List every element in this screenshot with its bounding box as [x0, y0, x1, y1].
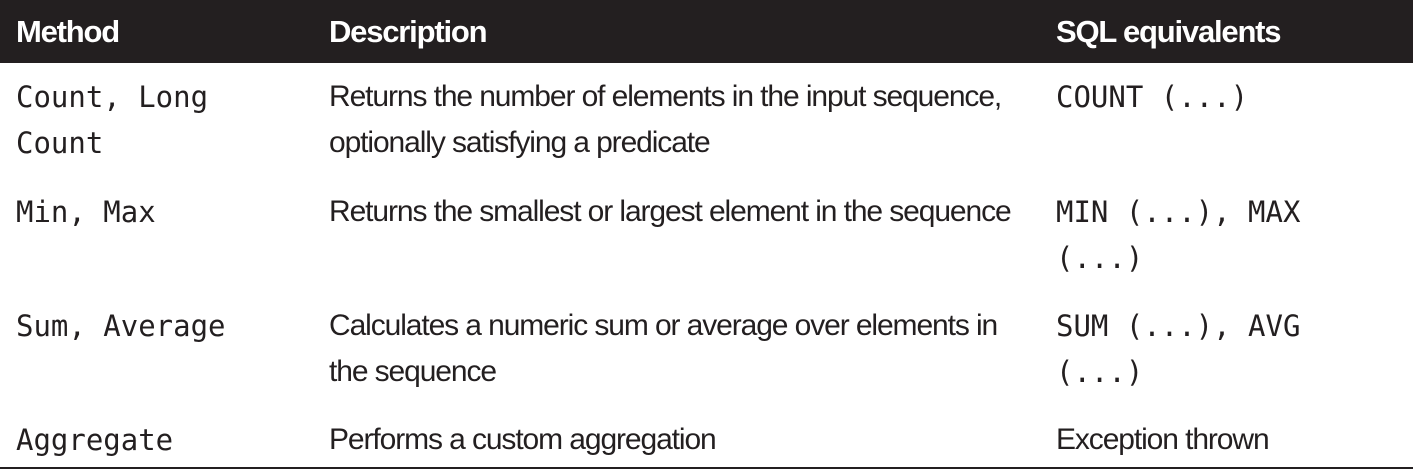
description-text: Performs a custom aggregation: [329, 423, 717, 456]
method-cell: Aggregate: [0, 406, 313, 469]
sql-cell: MIN (...), MAX (...): [1040, 178, 1413, 292]
method-text: Count, Long Count: [16, 80, 226, 160]
sql-text: Exception thrown: [1056, 423, 1270, 456]
method-text: Aggregate: [16, 423, 174, 457]
aggregation-methods-table: Method Description SQL equivalents Count…: [0, 0, 1413, 469]
column-header-description: Description: [329, 13, 488, 49]
table-header-row: Method Description SQL equivalents: [0, 0, 1413, 63]
method-cell: Min, Max: [0, 178, 313, 292]
description-cell: Performs a custom aggregation: [313, 406, 1040, 469]
method-cell: Count, Long Count: [0, 63, 313, 178]
description-cell: Returns the number of elements in the in…: [313, 63, 1040, 178]
sql-cell: COUNT (...): [1040, 63, 1413, 178]
sql-cell: Exception thrown: [1040, 406, 1413, 469]
description-text: Calculates a numeric sum or average over…: [329, 309, 998, 388]
sql-text: COUNT (...): [1056, 80, 1249, 114]
sql-text: MIN (...), MAX (...): [1056, 195, 1318, 275]
description-cell: Returns the smallest or largest element …: [313, 178, 1040, 292]
description-text: Returns the number of elements in the in…: [329, 80, 1002, 159]
table-row: Min, Max Returns the smallest or largest…: [0, 178, 1413, 292]
table-row: Count, Long Count Returns the number of …: [0, 63, 1413, 178]
sql-cell: SUM (...), AVG (...): [1040, 292, 1413, 406]
method-text: Sum, Average: [16, 309, 226, 343]
sql-text: SUM (...), AVG (...): [1056, 309, 1318, 389]
description-cell: Calculates a numeric sum or average over…: [313, 292, 1040, 406]
table-row: Sum, Average Calculates a numeric sum or…: [0, 292, 1413, 406]
column-header-method: Method: [16, 13, 120, 49]
method-cell: Sum, Average: [0, 292, 313, 406]
table-row: Aggregate Performs a custom aggregation …: [0, 406, 1413, 469]
method-text: Min, Max: [16, 195, 156, 229]
description-text: Returns the smallest or largest element …: [329, 195, 1012, 228]
column-header-sql-equivalents: SQL equivalents: [1056, 13, 1282, 49]
